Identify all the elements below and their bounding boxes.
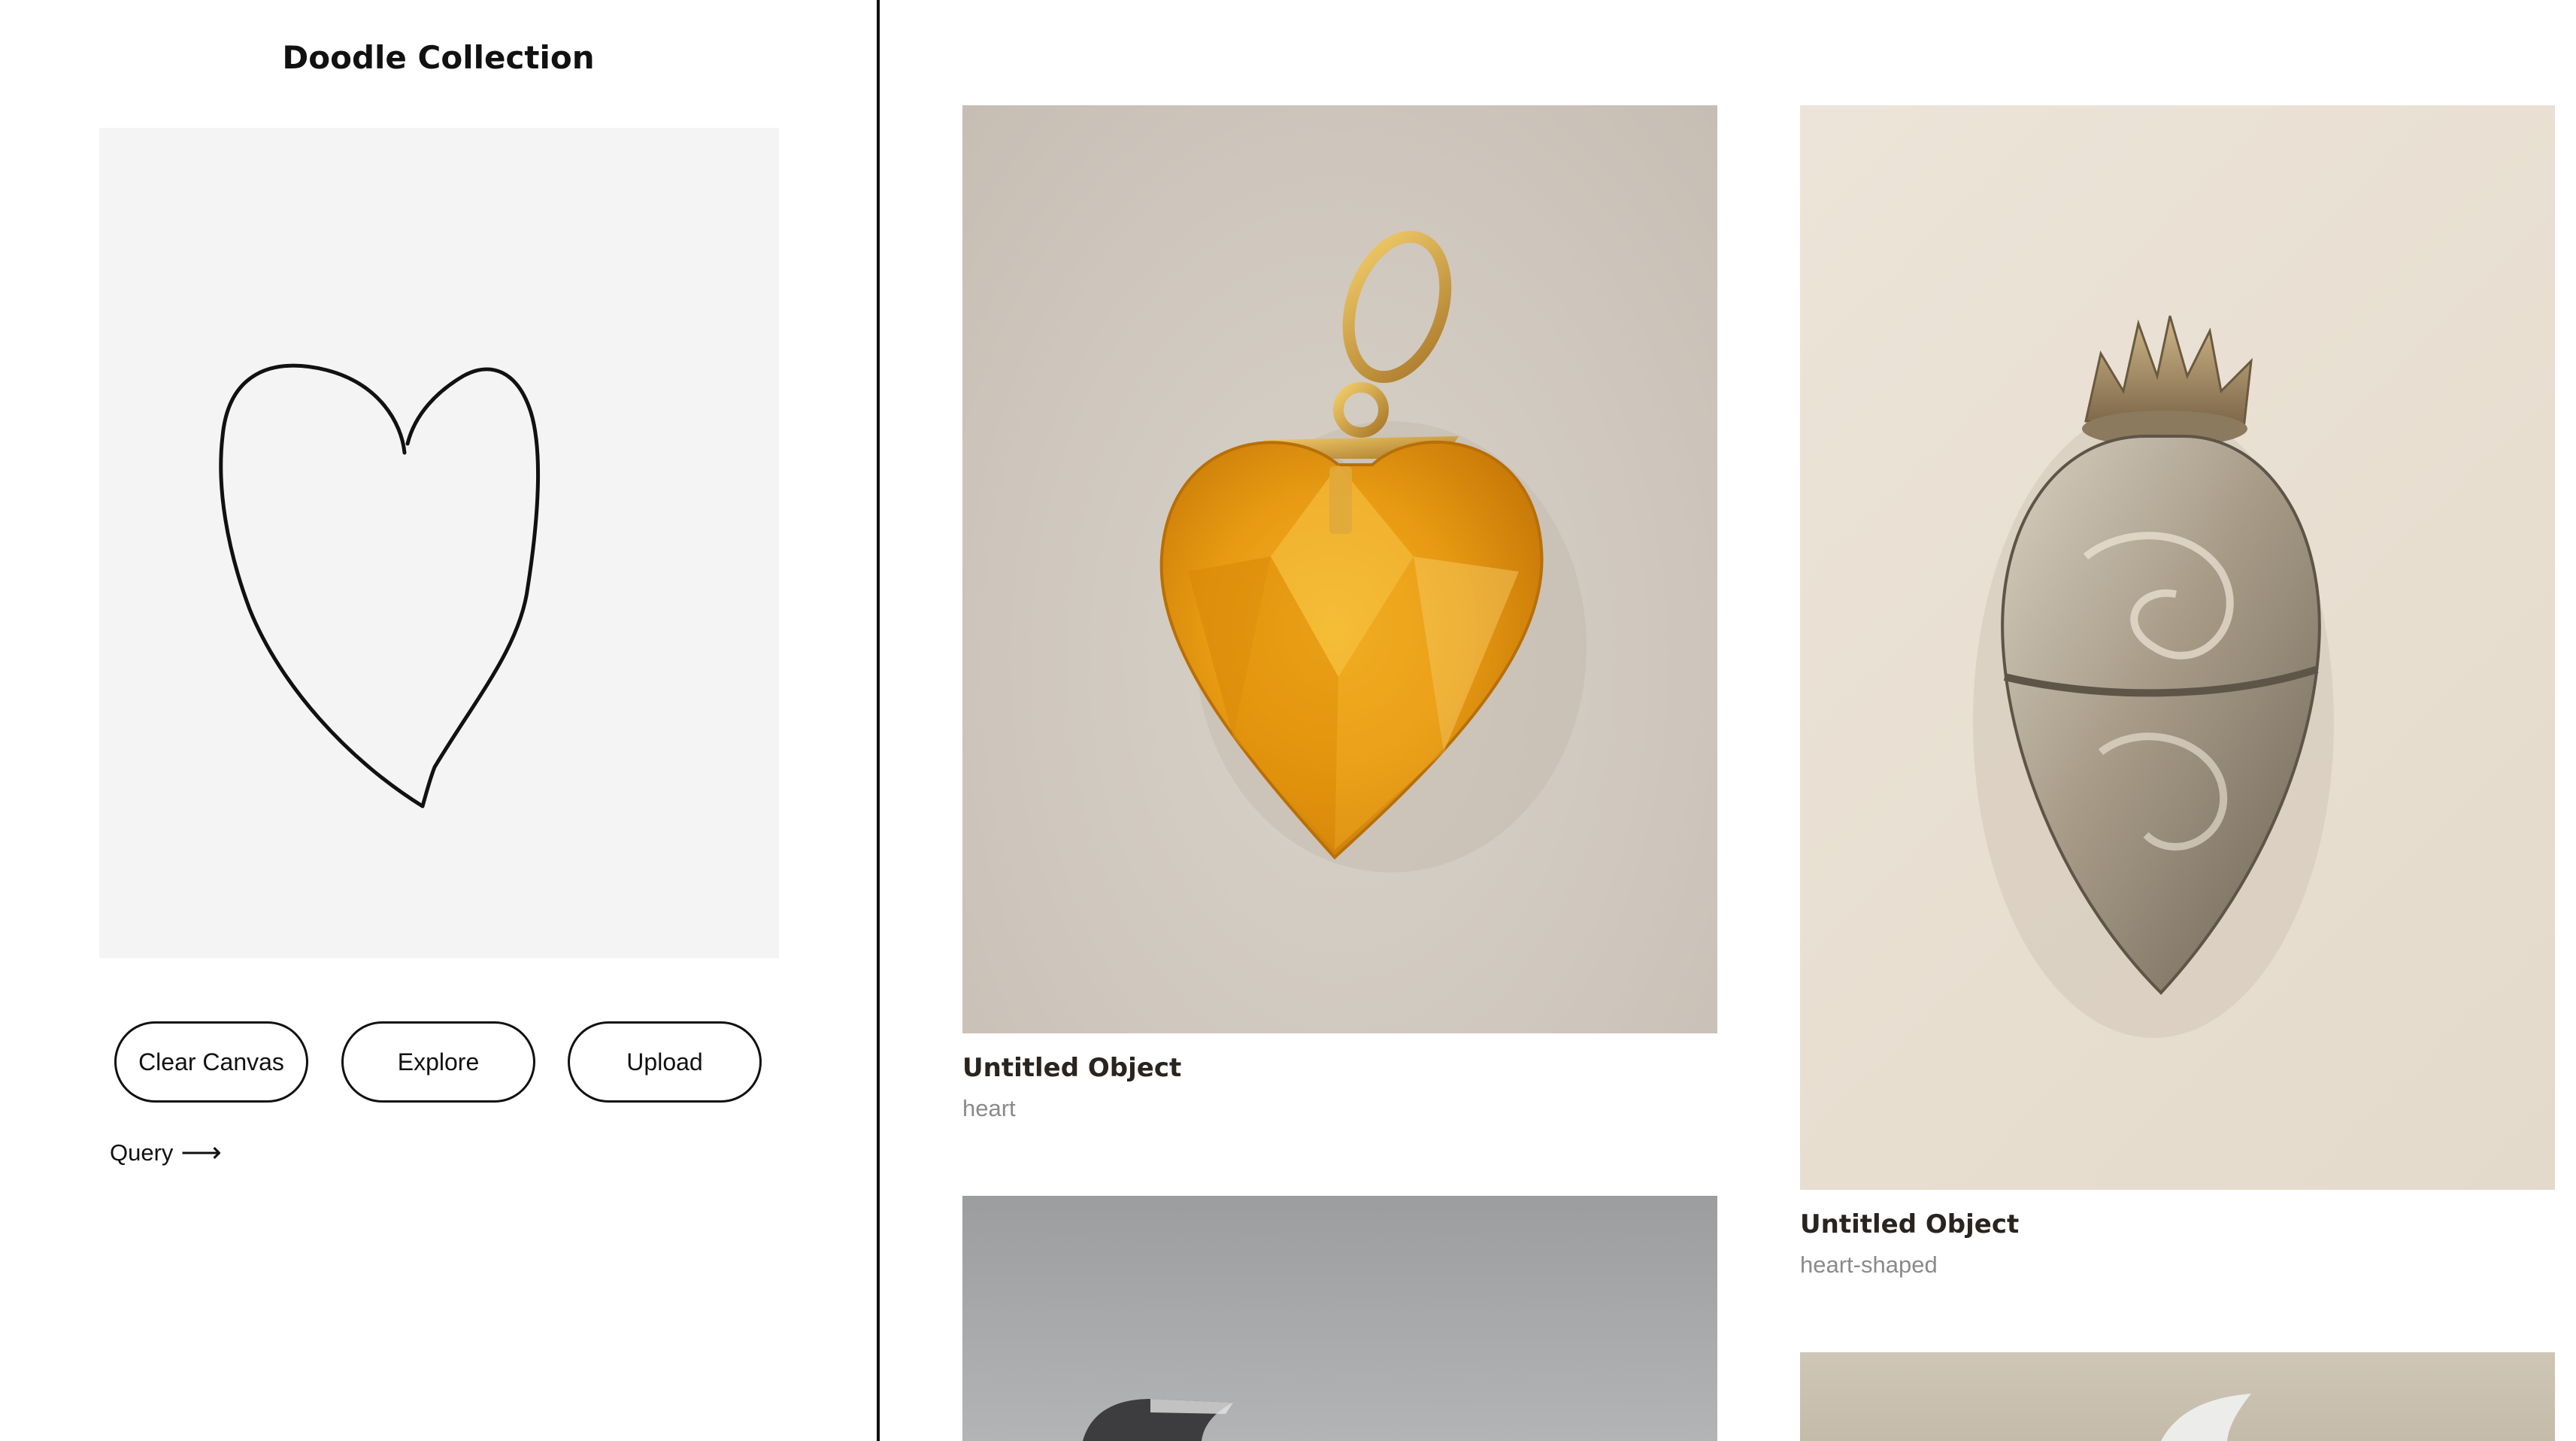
app-title: Doodle Collection	[282, 39, 595, 76]
result-subtitle: heart-shaped	[1800, 1251, 1938, 1278]
result-title: Untitled Object	[1800, 1209, 2020, 1239]
explore-button[interactable]: Explore	[341, 1021, 535, 1103]
silver-heart-locket-image	[1973, 315, 2334, 1038]
result-title: Untitled Object	[962, 1053, 1182, 1083]
result-subtitle: heart	[962, 1095, 1016, 1121]
result-image[interactable]	[1800, 1352, 2555, 1441]
result-card[interactable]	[1800, 1352, 2555, 1441]
amber-heart-pendant-image	[1159, 230, 1587, 872]
panel-divider	[877, 0, 880, 1441]
upload-button[interactable]: Upload	[568, 1021, 762, 1103]
silver-object-image	[2161, 1394, 2251, 1441]
result-card[interactable]: Untitled Object heart	[962, 105, 1717, 1122]
sidebar: Doodle Collection Clear Canvas Explore U…	[0, 0, 877, 1441]
query-label: Query	[110, 1139, 174, 1166]
clear-canvas-button[interactable]: Clear Canvas	[114, 1021, 308, 1103]
doodle-canvas[interactable]	[99, 128, 779, 958]
result-card[interactable]	[962, 1196, 1717, 1441]
doodle-heart-drawing	[219, 363, 541, 808]
result-card[interactable]: Untitled Object heart-shaped	[1800, 105, 2555, 1279]
arrow-right-icon: ⟶	[180, 1137, 222, 1169]
metal-object-image	[1083, 1399, 1233, 1441]
query-link[interactable]: Query ⟶	[110, 1139, 222, 1167]
result-image[interactable]	[962, 105, 1717, 1033]
result-image[interactable]	[962, 1196, 1717, 1441]
result-image[interactable]	[1800, 105, 2555, 1190]
